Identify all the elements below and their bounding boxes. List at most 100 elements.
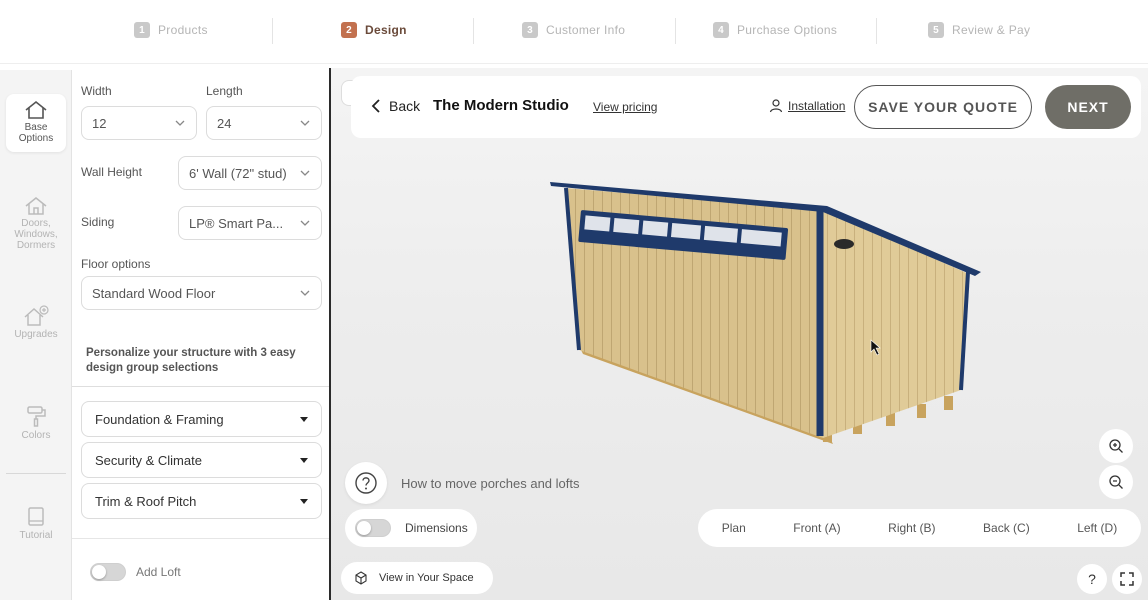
left-rail: Base Options Doors, Windows, Dormers Upg… [0,70,72,600]
rail-item-doors-windows[interactable]: Doors, Windows, Dormers [6,196,66,251]
panel-divider [72,538,330,539]
rail-divider [6,473,66,474]
step-divider [675,18,676,44]
caret-down-icon [300,416,308,422]
chevron-down-icon [300,290,310,296]
question-circle-icon [355,472,377,494]
chevron-down-icon [300,220,310,226]
add-loft-label: Add Loft [136,565,181,579]
step-divider [272,18,273,44]
length-select[interactable]: 24 [206,106,322,140]
siding-value: LP® Smart Pa... [189,215,284,231]
step-design[interactable]: 2 Design [341,22,407,38]
house-plus-icon [24,305,49,326]
house-icon [25,100,47,119]
back-button[interactable]: Back [371,98,420,114]
wall-height-label: Wall Height [81,165,142,179]
step-review-pay[interactable]: 5 Review & Pay [928,22,1030,38]
group-label: Foundation & Framing [95,411,224,427]
step-number: 5 [928,22,944,38]
view-front[interactable]: Front (A) [793,521,840,535]
3d-viewport[interactable]: Back The Modern Studio View pricing Inst… [331,68,1148,600]
rail-label: Doors, Windows, Dormers [14,218,58,251]
help-button[interactable] [345,462,387,504]
view-right[interactable]: Right (B) [888,521,935,535]
help-corner-button[interactable]: ? [1077,564,1107,594]
rail-item-base-options[interactable]: Base Options [6,94,66,152]
step-customer-info[interactable]: 3 Customer Info [522,22,625,38]
length-label: Length [206,84,243,98]
view-left[interactable]: Left (D) [1077,521,1117,535]
person-icon [769,99,783,113]
back-label: Back [389,98,421,114]
wall-height-select[interactable]: 6' Wall (72" stud) [178,156,322,190]
caret-down-icon [300,457,308,463]
step-label: Products [158,23,208,37]
help-text[interactable]: How to move porches and lofts [401,476,579,491]
view-plan[interactable]: Plan [722,521,746,535]
floor-select[interactable]: Standard Wood Floor [81,276,322,310]
rail-item-tutorial[interactable]: Tutorial [6,506,66,541]
view-pricing-link[interactable]: View pricing [593,100,657,114]
width-label: Width [81,84,112,98]
step-number: 2 [341,22,357,38]
group-security-climate[interactable]: Security & Climate [81,442,322,478]
chevron-down-icon [300,170,310,176]
shed-3d-model[interactable] [531,168,991,458]
paint-roller-icon [27,406,46,427]
rail-item-upgrades[interactable]: Upgrades [6,305,66,340]
zoom-out-icon [1109,475,1123,489]
view-in-your-space-button[interactable]: View in Your Space [341,562,493,594]
fullscreen-button[interactable] [1112,564,1142,594]
caret-down-icon [300,498,308,504]
group-label: Trim & Roof Pitch [95,493,197,509]
installation-label: Installation [788,99,846,113]
dimensions-label: Dimensions [405,521,468,535]
width-value: 12 [92,115,107,131]
rail-label: Base Options [18,122,54,144]
floor-options-label: Floor options [81,257,151,271]
step-divider [473,18,474,44]
dimensions-control: Dimensions [345,509,477,547]
installation-link[interactable]: Installation [769,99,845,113]
chevron-down-icon [300,120,310,126]
add-loft-toggle[interactable] [90,563,126,581]
dimensions-toggle[interactable] [355,519,391,537]
house-door-icon [25,197,47,215]
help-icon-glyph: ? [1088,571,1096,587]
zoom-out-button[interactable] [1099,465,1133,499]
width-select[interactable]: 12 [81,106,197,140]
siding-label: Siding [81,215,115,229]
add-loft-row: Add Loft [90,563,181,581]
product-title: The Modern Studio [433,97,569,114]
view-back[interactable]: Back (C) [983,521,1030,535]
rail-item-colors[interactable]: Colors [6,404,66,441]
step-purchase-options[interactable]: 4 Purchase Options [713,22,837,38]
fullscreen-icon [1120,572,1134,586]
step-products[interactable]: 1 Products [134,22,208,38]
step-label: Design [365,23,407,37]
step-label: Customer Info [546,23,626,37]
siding-select[interactable]: LP® Smart Pa... [178,206,322,240]
next-button[interactable]: NEXT [1045,85,1131,129]
rail-label: Upgrades [14,329,58,340]
options-panel: Width 12 Length 24 Wall Height 6' Wall (… [72,70,330,600]
group-foundation-framing[interactable]: Foundation & Framing [81,401,322,437]
chevron-down-icon [175,120,185,126]
step-label: Review & Pay [952,23,1031,37]
view-switcher: Plan Front (A) Right (B) Back (C) Left (… [698,509,1141,547]
step-divider [876,18,877,44]
zoom-in-button[interactable] [1099,429,1133,463]
zoom-in-icon [1109,439,1123,453]
floor-value: Standard Wood Floor [92,285,216,301]
rail-label: Tutorial [19,530,53,541]
step-number: 3 [522,22,538,38]
step-label: Purchase Options [737,23,838,37]
progress-stepper: 1 Products 2 Design 3 Customer Info 4 Pu… [0,0,1148,64]
rail-label: Colors [21,430,51,441]
step-number: 1 [134,22,150,38]
chevron-left-icon [371,99,380,113]
save-quote-button[interactable]: SAVE YOUR QUOTE [854,85,1032,129]
group-trim-roof-pitch[interactable]: Trim & Roof Pitch [81,483,322,519]
panel-divider [72,386,330,387]
